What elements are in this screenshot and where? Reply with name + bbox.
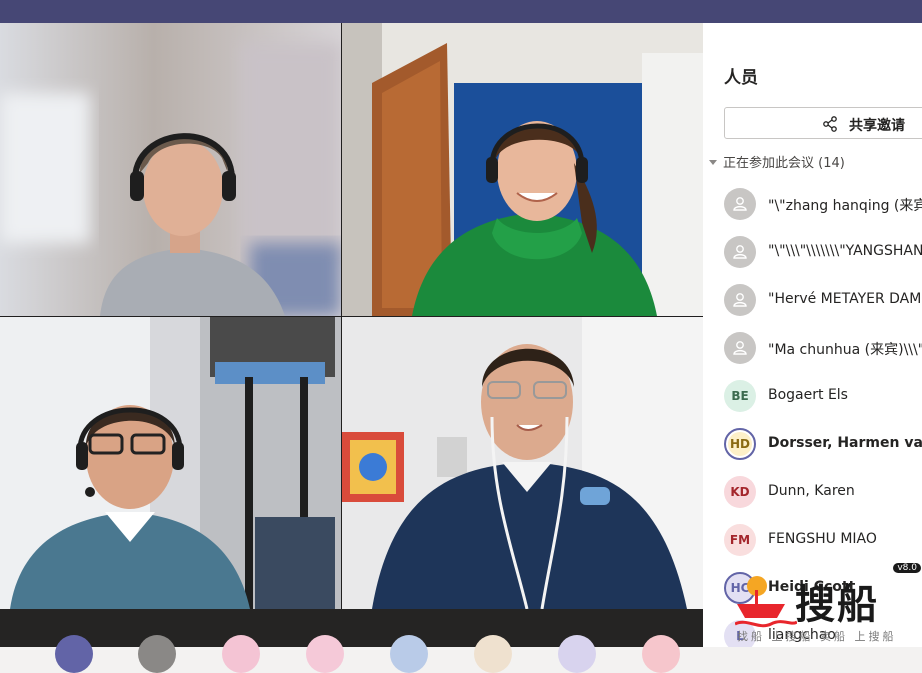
avatar <box>724 332 756 364</box>
video-feed-1 <box>0 23 341 316</box>
avatar-initials: KD <box>730 485 750 499</box>
teams-top-bar <box>0 0 922 23</box>
dock-avatar[interactable] <box>138 635 176 673</box>
video-feed-4 <box>342 317 703 609</box>
video-tile-2[interactable] <box>342 23 703 316</box>
dock-avatar[interactable] <box>306 635 344 673</box>
avatar-initials: HD <box>729 437 750 451</box>
watermark-slogan: 找船 上搜船 卖船 上搜船 <box>737 630 897 643</box>
participant-row[interactable]: "Ma chunhua (来宾)\\\"\" <box>724 330 922 366</box>
dock-avatar[interactable] <box>390 635 428 673</box>
participant-row[interactable]: "\"zhang hanqing (来宾)\ <box>724 186 922 222</box>
guest-person-icon <box>733 341 747 355</box>
participant-row[interactable]: HD Dorsser, Harmen van <box>724 426 922 462</box>
watermark-version-badge: v8.0 <box>893 563 921 573</box>
guest-person-icon <box>733 293 747 307</box>
participant-name: Bogaert Els <box>768 387 848 403</box>
video-tile-1[interactable] <box>0 23 341 316</box>
participant-row[interactable]: KD Dunn, Karen <box>724 474 922 510</box>
avatar: BE <box>724 380 756 412</box>
in-meeting-section-label: 正在参加此会议 (14) <box>723 156 845 171</box>
avatar-initials: FM <box>729 533 751 547</box>
in-meeting-section-header[interactable]: 正在参加此会议 (14) <box>709 152 845 171</box>
video-feed-3 <box>0 317 341 609</box>
participant-name: "Ma chunhua (来宾)\\\"\" <box>768 342 922 358</box>
video-tile-3[interactable] <box>0 317 341 609</box>
share-invite-label: 共享邀请 <box>849 118 905 134</box>
chevron-down-icon <box>709 160 717 165</box>
watermark-brand: 搜船 <box>795 582 879 628</box>
avatar <box>724 188 756 220</box>
participant-name: "\"\\\"\\\\\\\"YANGSHAN <box>768 243 922 259</box>
participant-row[interactable]: BE Bogaert Els <box>724 378 922 414</box>
share-invite-button[interactable]: 共享邀请 <box>724 107 922 139</box>
guest-person-icon <box>733 197 747 211</box>
avatar <box>724 284 756 316</box>
participant-row[interactable]: FM FENGSHU MIAO <box>724 522 922 558</box>
video-feed-2 <box>342 23 703 316</box>
video-stage <box>0 23 703 673</box>
people-panel: 人员 共享邀请 正在参加此会议 (14) "\"zhang hanqing (来… <box>703 23 922 647</box>
video-tile-4[interactable] <box>342 317 703 609</box>
participant-name: "Hervé METAYER DAM FR <box>768 291 922 307</box>
dock-avatar[interactable] <box>642 635 680 673</box>
participant-name: Dunn, Karen <box>768 483 855 499</box>
bottom-avatar-dock <box>0 609 703 673</box>
participant-name: Dorsser, Harmen van <box>768 435 922 451</box>
avatar <box>724 236 756 268</box>
dock-avatar[interactable] <box>222 635 260 673</box>
watermark: 搜船 找船 上搜船 卖船 上搜船 v8.0 <box>735 563 922 647</box>
panel-title: 人员 <box>724 68 758 88</box>
participant-name: FENGSHU MIAO <box>768 531 877 547</box>
dock-avatar[interactable] <box>474 635 512 673</box>
participant-row[interactable]: "\"\\\"\\\\\\\"YANGSHAN <box>724 234 922 270</box>
avatar: FM <box>724 524 756 556</box>
participant-row[interactable]: "Hervé METAYER DAM FR <box>724 282 922 318</box>
dock-avatar[interactable] <box>55 635 93 673</box>
avatar-initials: BE <box>731 389 749 403</box>
share-icon <box>823 116 837 132</box>
ship-logo-icon <box>735 576 797 628</box>
dock-avatar[interactable] <box>558 635 596 673</box>
participant-name: "\"zhang hanqing (来宾)\ <box>768 198 922 214</box>
avatar: KD <box>724 476 756 508</box>
guest-person-icon <box>733 245 747 259</box>
avatar: HD <box>724 428 756 460</box>
